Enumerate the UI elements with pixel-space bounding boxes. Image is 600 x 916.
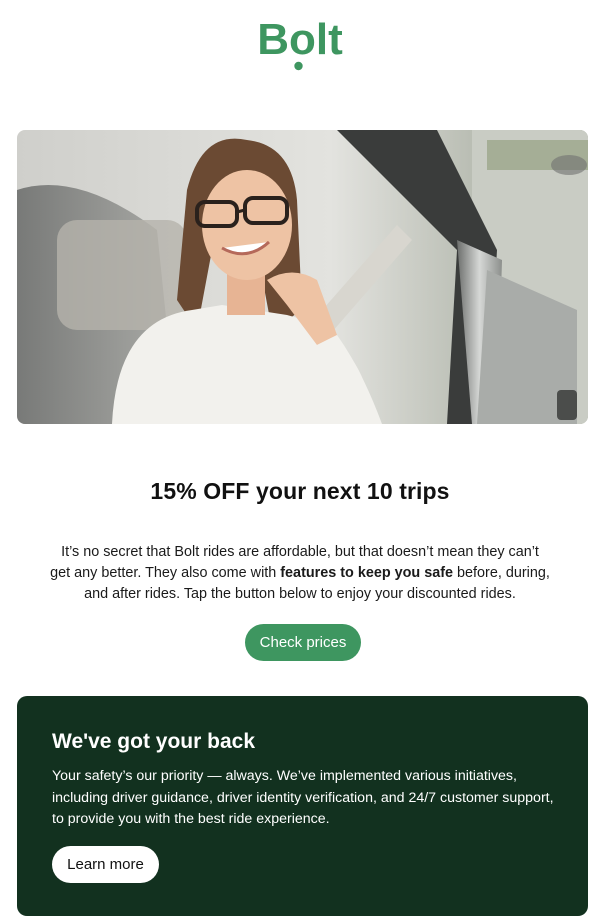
offer-body: It’s no secret that Bolt rides are affor… xyxy=(50,542,550,605)
offer-body-bold: features to keep you safe xyxy=(280,565,454,581)
safety-text: Your safety’s our priority — always. We’… xyxy=(52,768,554,827)
bolt-logo-text: Bolt xyxy=(257,15,343,64)
learn-more-button[interactable]: Learn more xyxy=(52,846,159,883)
hero-image xyxy=(17,130,588,424)
bolt-logo-mark: Bolt xyxy=(257,15,343,71)
check-prices-button[interactable]: Check prices xyxy=(245,624,361,661)
safety-title: We've got your back xyxy=(52,730,255,753)
safety-section: We've got your back Your safety’s our pr… xyxy=(17,696,588,916)
bolt-logo[interactable]: Bolt xyxy=(0,12,600,72)
offer-headline: 15% OFF your next 10 trips xyxy=(150,478,450,504)
